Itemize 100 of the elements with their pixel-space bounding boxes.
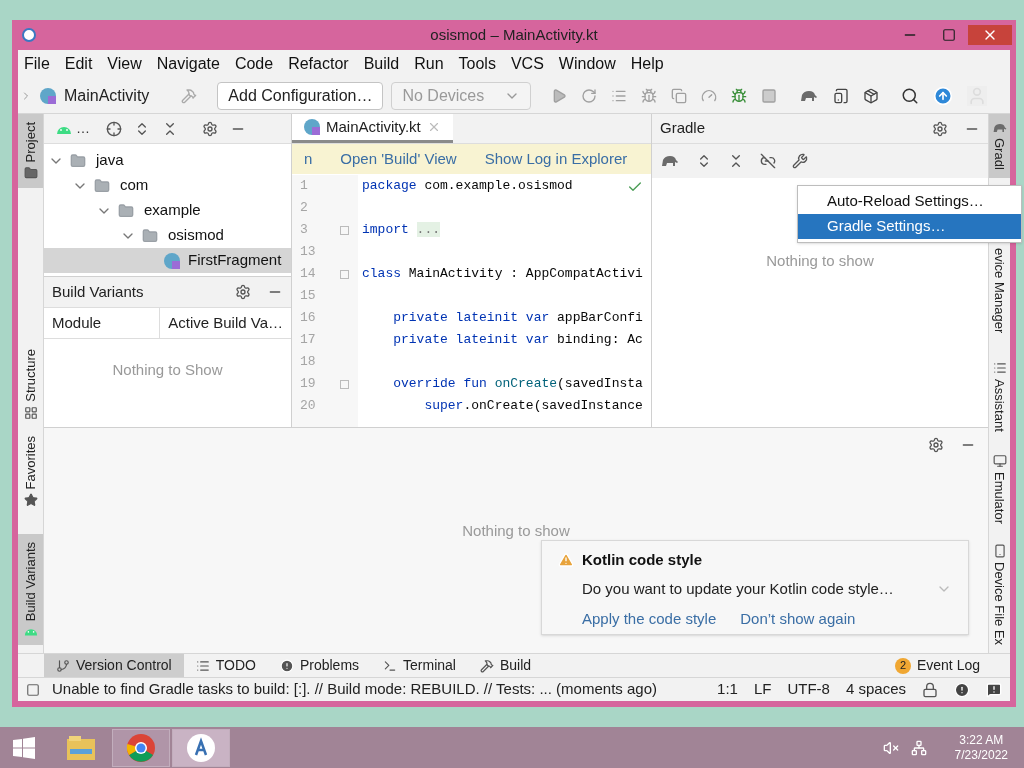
add-configuration-button[interactable]: Add Configuration… (217, 81, 384, 110)
rerun-icon[interactable] (581, 87, 598, 104)
status-item[interactable]: UTF-8 (787, 678, 830, 701)
wrench-icon[interactable] (792, 153, 808, 169)
maximize-icon[interactable] (942, 28, 956, 42)
notification-link[interactable]: Don’t show again (740, 608, 856, 631)
column-header[interactable]: Active Build Va… (160, 308, 291, 338)
tool-tab[interactable]: Version Control (44, 654, 184, 677)
column-header[interactable]: Module (44, 308, 161, 338)
kotlin-class-icon (40, 87, 56, 104)
menu-item[interactable]: Refactor (288, 52, 349, 76)
taskbar-app[interactable] (112, 728, 170, 767)
editor-tab[interactable]: MainActivity.kt (292, 114, 453, 143)
settings-icon[interactable] (928, 437, 944, 453)
status-item[interactable]: LF (753, 678, 772, 701)
list-icon (992, 361, 1007, 376)
stop-icon[interactable] (761, 87, 778, 104)
menu-item[interactable]: File (24, 52, 50, 76)
banner-link[interactable]: Show Log in Explorer (484, 147, 628, 171)
event-log-tab[interactable]: 2 Event Log (894, 655, 980, 676)
kotlin-class-icon (164, 252, 180, 269)
status-item[interactable]: 1:1 (717, 678, 738, 701)
menu-item[interactable]: Help (630, 52, 664, 76)
volume-muted-icon[interactable] (882, 739, 899, 756)
tool-tab[interactable]: Terminal (371, 654, 468, 677)
menu-item[interactable]: Navigate (156, 52, 220, 76)
code-line: import ... (362, 221, 440, 240)
breadcrumb[interactable]: MainActivity (64, 83, 150, 108)
run-icon[interactable] (551, 87, 568, 104)
tool-window-tab[interactable]: Project (18, 114, 43, 189)
tool-tab[interactable]: Problems (267, 654, 372, 677)
tree-item[interactable]: example (44, 198, 291, 223)
hammer-icon (479, 658, 494, 673)
taskbar-app[interactable] (172, 728, 230, 767)
menu-item[interactable]: VCS (510, 52, 544, 76)
menu-item[interactable]: Code (234, 52, 274, 76)
tool-window-tab[interactable]: Device File Ex (989, 535, 1010, 653)
status-item[interactable]: 4 spaces (845, 678, 906, 701)
code-line: private lateinit var appBarConfi (392, 309, 643, 328)
empty-message: Nothing to show (462, 521, 570, 541)
locate-icon[interactable] (106, 120, 122, 137)
feedback-icon[interactable] (986, 681, 1002, 698)
menu-item[interactable]: Run (414, 52, 444, 76)
notification-title: Kotlin code style (582, 550, 703, 570)
menu-item[interactable]: Edit (64, 52, 93, 76)
network-icon[interactable] (910, 739, 927, 756)
bug-icon[interactable] (731, 87, 748, 104)
notification-link[interactable]: Apply the code style (582, 608, 717, 631)
tool-window-tab[interactable]: evice Manager (989, 239, 1010, 342)
tool-window-tab[interactable]: Build Variants (18, 533, 43, 645)
tool-window-tab[interactable]: Structure (18, 341, 43, 428)
banner-link[interactable]: Open 'Build' View (340, 147, 457, 171)
settings-icon[interactable] (202, 120, 218, 137)
view-selector[interactable]: … (76, 118, 90, 139)
menu-item[interactable]: Window (558, 52, 616, 76)
structure-icon (23, 406, 38, 420)
tool-window-tab[interactable]: Gradl (989, 114, 1010, 178)
close-button[interactable] (968, 25, 1012, 45)
chrome-icon (126, 732, 156, 763)
device-icon[interactable] (833, 87, 850, 104)
line-number: 1 (300, 177, 309, 196)
app-icon (22, 28, 36, 42)
tree-item[interactable]: java (44, 148, 291, 173)
menu-item[interactable]: Auto-Reload Settings… (798, 189, 1021, 214)
tool-tab[interactable]: TODO (183, 654, 268, 677)
notification-message: Do you want to update your Kotlin code style… (582, 578, 894, 599)
line-number: 3 (300, 221, 309, 240)
code-line: private lateinit var binding: Ac (392, 331, 643, 350)
alert-icon[interactable] (954, 681, 970, 698)
settings-icon[interactable] (235, 284, 251, 300)
menu-item[interactable]: Build (363, 52, 400, 76)
debug-icon[interactable] (641, 87, 658, 104)
banner-text: n (304, 148, 313, 169)
studio-icon (186, 732, 216, 763)
tool-tab[interactable]: Build (467, 654, 544, 677)
settings-icon[interactable] (932, 120, 948, 137)
menu-item[interactable]: Tools (458, 52, 496, 76)
gauge-icon[interactable] (701, 87, 718, 104)
tree-item[interactable]: FirstFragment (44, 248, 291, 273)
tool-window-tab[interactable]: Assistant (989, 353, 1010, 440)
list-icon (195, 658, 210, 673)
lock-icon[interactable] (922, 681, 938, 698)
menu-item[interactable]: View (107, 52, 142, 76)
unlink-icon[interactable] (760, 153, 776, 169)
tree-item[interactable]: osismod (44, 223, 291, 248)
folder-icon (116, 202, 136, 219)
hammer-icon[interactable] (181, 87, 198, 104)
empty-message: Nothing to Show (112, 360, 223, 380)
line-number: 16 (300, 309, 317, 328)
update-icon[interactable] (933, 85, 954, 106)
line-number: 19 (300, 375, 317, 394)
tree-item[interactable]: com (44, 173, 291, 198)
package-icon[interactable] (863, 87, 880, 104)
tool-window-tab[interactable]: Favorites (18, 428, 43, 516)
panel-toggle-icon[interactable] (26, 682, 40, 697)
tool-window-tab[interactable]: Emulator (989, 445, 1010, 532)
search-icon[interactable] (901, 86, 920, 105)
menu-item[interactable]: Gradle Settings… (798, 214, 1021, 239)
line-number: 2 (300, 199, 309, 218)
copy-icon[interactable] (671, 87, 688, 104)
